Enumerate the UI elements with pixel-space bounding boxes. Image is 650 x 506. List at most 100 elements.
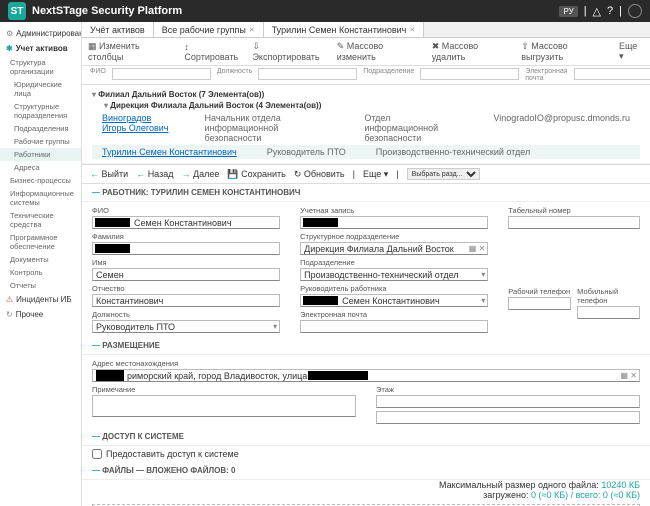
label-access: Предоставить доступ к системе — [106, 449, 239, 459]
label-tab: Табельный номер — [508, 206, 640, 215]
sidebar-ctrl[interactable]: Контроль — [0, 266, 81, 279]
label-struct: Структурное подразделение — [300, 232, 488, 241]
input-name[interactable]: Семен — [92, 268, 280, 281]
worker-link[interactable]: Виноградов Игорь Олегович — [102, 113, 175, 143]
sidebar-rep[interactable]: Отчеты — [0, 279, 81, 292]
lookup-icon[interactable]: ▦ ✕ — [469, 244, 485, 253]
input-floor[interactable] — [376, 395, 640, 408]
filter-email[interactable] — [574, 68, 650, 80]
label-fio: ФИО — [92, 206, 280, 215]
label-addr: Адрес местонахождения — [92, 359, 640, 368]
filter-pos[interactable] — [258, 68, 357, 80]
close-icon[interactable]: ✕ — [249, 26, 255, 34]
input-addr[interactable]: риморский край, город Владивосток, улица… — [92, 369, 640, 382]
app-logo: ST — [8, 2, 26, 20]
filter-label: Должность — [215, 68, 254, 82]
input-acct[interactable] — [300, 216, 488, 229]
filter-fio[interactable] — [112, 68, 211, 80]
user-avatar[interactable] — [628, 4, 642, 18]
sidebar-sub[interactable]: Структура организации — [0, 56, 81, 78]
sidebar-sub[interactable]: Рабочие группы — [0, 135, 81, 148]
input-email[interactable] — [300, 320, 488, 333]
back-button[interactable]: ← Назад — [136, 169, 173, 179]
forward-button[interactable]: → Далее — [181, 169, 219, 179]
sidebar-sub[interactable]: Адреса — [0, 161, 81, 174]
sidebar-soft[interactable]: Программное обеспечение — [0, 231, 81, 253]
sidebar-sub[interactable]: Подразделения — [0, 122, 81, 135]
worker-link[interactable]: Турилин Семен Константинович — [102, 147, 237, 157]
save-button[interactable]: 💾 Сохранить — [227, 169, 285, 180]
label-fam: Фамилия — [92, 232, 280, 241]
label-pos: Должность — [92, 310, 280, 319]
filter-label: ФИО — [88, 68, 108, 82]
refresh-button[interactable]: ↻ Обновить — [294, 169, 345, 180]
tab-assets[interactable]: Учёт активов — [82, 22, 154, 37]
chevron-down-icon[interactable]: ▾ — [481, 270, 485, 279]
tab-worker[interactable]: Турилин Семен Константинович✕ — [264, 22, 425, 37]
label-wphone: Рабочий телефон — [508, 287, 571, 296]
more-button[interactable]: Еще ▾ — [619, 41, 644, 62]
tree-branch[interactable]: Дирекция Филиала Дальний Восток (4 Элеме… — [92, 100, 640, 111]
input-fio[interactable]: Семен Константинович — [92, 216, 280, 229]
input-fam[interactable] — [92, 242, 280, 255]
chevron-down-icon[interactable]: ▾ — [481, 296, 485, 305]
help-icon[interactable]: ? — [607, 5, 613, 17]
section-access: ДОСТУП К СИСТЕМЕ — [82, 428, 650, 446]
input-dep[interactable]: Производственно-технический отдел▾ — [300, 268, 488, 281]
sidebar-biz[interactable]: Бизнес-процессы — [0, 174, 81, 187]
label-patr: Отчество — [92, 284, 280, 293]
label-note: Примечание — [92, 385, 356, 394]
filter-label: Электронная почта — [523, 68, 569, 82]
input-patr[interactable]: Константинович — [92, 294, 280, 307]
sidebar-other[interactable]: Прочее — [0, 307, 81, 322]
section-worker: РАБОТНИК: ТУРИЛИН СЕМЕН КОНСТАНТИНОВИЧ — [82, 184, 650, 202]
worker-pos: Начальник отдела информационной безопасн… — [205, 113, 335, 143]
lang-badge[interactable]: РУ — [559, 6, 577, 17]
more-button[interactable]: Еще ▾ — [363, 169, 388, 180]
input-wphone[interactable] — [508, 297, 571, 310]
file-size-note: Максимальный размер одного файла: 10240 … — [82, 480, 650, 500]
sidebar-incidents[interactable]: Инциденты ИБ — [0, 292, 81, 307]
lookup-icon[interactable]: ▦ ✕ — [621, 371, 637, 380]
checkbox-access[interactable] — [92, 449, 102, 459]
sidebar-assets[interactable]: Учет активов — [0, 41, 81, 56]
section-select[interactable]: Выбрать разд... — [407, 168, 480, 180]
export-button[interactable]: ⇩ Экспортировать — [252, 41, 328, 62]
label-dep: Подразделение — [300, 258, 488, 267]
label-name: Имя — [92, 258, 280, 267]
sidebar-sub[interactable]: Структурные подразделения — [0, 100, 81, 122]
mass-delete-button[interactable]: ✖ Массово удалить — [432, 41, 514, 62]
sidebar-docs[interactable]: Документы — [0, 253, 81, 266]
input-note[interactable] — [92, 395, 356, 417]
sidebar-admin[interactable]: Администрирование — [0, 26, 81, 41]
chevron-down-icon[interactable]: ▾ — [273, 322, 277, 331]
exit-button[interactable]: ← Выйти — [90, 169, 128, 179]
mass-upload-button[interactable]: ⇧ Массово выгрузить — [521, 41, 611, 62]
worker-email: VinogradoIO@propusc.dmonds.ru — [493, 113, 630, 143]
worker-dep: Отдел информационной безопасности — [364, 113, 463, 143]
sidebar-sub[interactable]: Юридические лица — [0, 78, 81, 100]
bell-icon[interactable]: △ — [593, 5, 601, 18]
cols-button[interactable]: ▦ Изменить столбцы — [88, 41, 176, 62]
input-mgr[interactable]: Семен Константинович▾ — [300, 294, 488, 307]
input-struct[interactable]: Дирекция Филиала Дальний Восток▦ ✕ — [300, 242, 488, 255]
mass-change-button[interactable]: ✎ Массово изменить — [337, 41, 424, 62]
input-tab[interactable] — [508, 216, 640, 229]
input-floor2[interactable] — [376, 411, 640, 424]
section-files: ФАЙЛЫ — ВЛОЖЕНО ФАЙЛОВ: 0 — [82, 462, 650, 480]
sidebar-tech[interactable]: Технические средства — [0, 209, 81, 231]
sort-button[interactable]: ↕ Сортировать — [184, 42, 244, 62]
input-mphone[interactable] — [577, 306, 640, 319]
tab-groups[interactable]: Все рабочие группы✕ — [154, 22, 264, 37]
input-pos[interactable]: Руководитель ПТО▾ — [92, 320, 280, 333]
worker-dep: Производственно-технический отдел — [376, 147, 530, 157]
divider: | — [353, 169, 355, 179]
sidebar-sub-active[interactable]: Работники — [0, 148, 81, 161]
tree-branch[interactable]: Филиал Дальний Восток (7 Элемента(ов)) — [92, 89, 640, 100]
close-icon[interactable]: ✕ — [409, 26, 415, 34]
label-email: Электронная почта — [300, 310, 488, 319]
label-mgr: Руководитель работника — [300, 284, 488, 293]
filter-dep[interactable] — [420, 68, 519, 80]
sidebar-info[interactable]: Информационные системы — [0, 187, 81, 209]
label-floor: Этаж — [376, 385, 640, 394]
